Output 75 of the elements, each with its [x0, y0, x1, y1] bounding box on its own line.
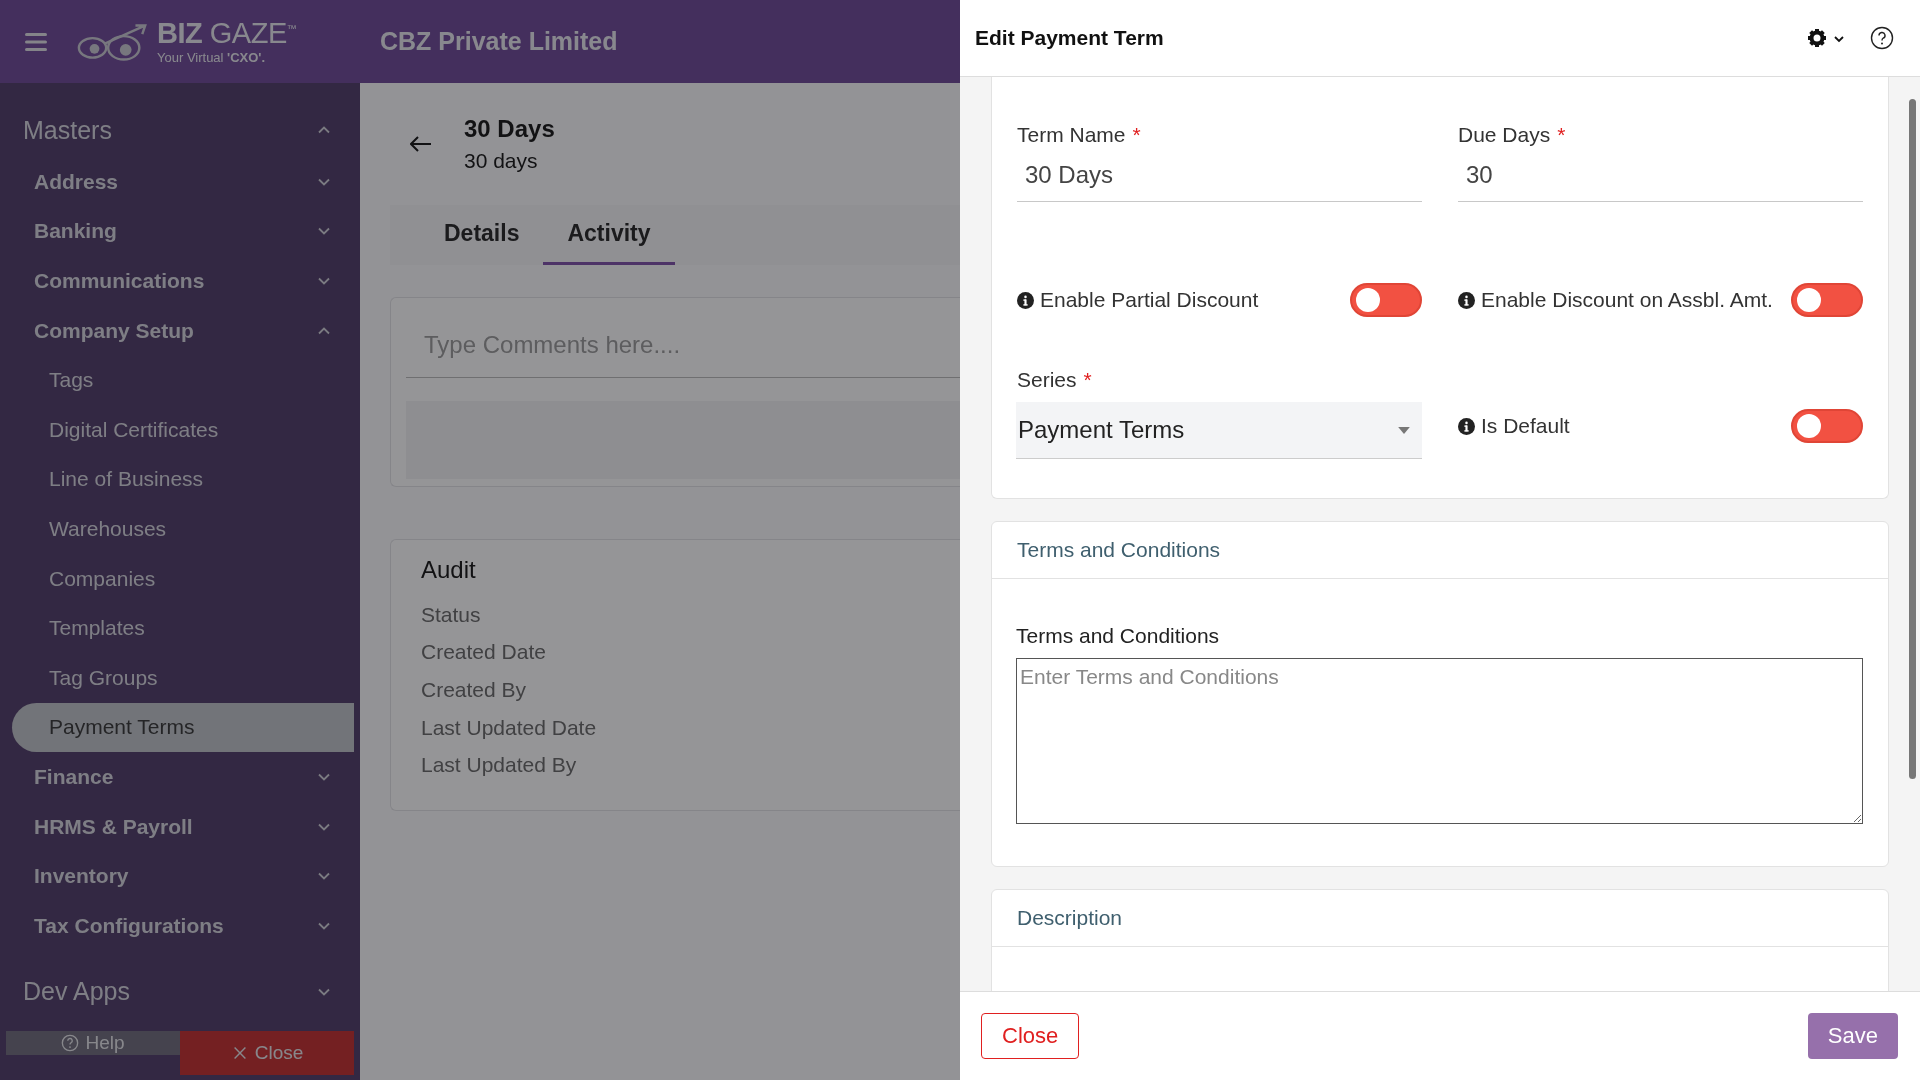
comment-box[interactable]: Type Comments here.... [390, 297, 960, 487]
sidebar-item[interactable]: Templates [0, 603, 360, 653]
audit-title: Audit [421, 556, 477, 584]
chevron-icon [318, 921, 330, 930]
brand-tagline: Your Virtual 'CXO'. [157, 51, 267, 64]
series-dropdown[interactable]: Payment Terms [1016, 402, 1422, 459]
sidebar-item[interactable]: Line of Business [0, 454, 360, 505]
chevron-icon [318, 177, 330, 186]
field-label: Due Days [1458, 123, 1551, 147]
chevron-icon [318, 227, 330, 236]
sidebar-section[interactable]: Masters [0, 105, 360, 155]
sidebar-item[interactable]: Companies [0, 553, 360, 604]
sidebar-item[interactable]: Address [0, 157, 360, 207]
field-label: Terms and Conditions [1016, 624, 1221, 648]
required-mark: * [1557, 123, 1566, 147]
audit-field-label: Last Updated Date [421, 714, 598, 741]
scrollbar[interactable] [1909, 99, 1916, 779]
brand-name: BIZ GAZE$^{™}$ [157, 19, 297, 48]
audit-field-label: Last Updated By [421, 752, 578, 779]
menu-icon[interactable] [25, 32, 47, 51]
panel-title: Edit Payment Term [975, 26, 1164, 50]
chevron-icon [318, 822, 330, 831]
sidebar-item[interactable]: Communications [0, 256, 360, 306]
sidebar-item[interactable]: Finance [0, 752, 360, 802]
sidebar-item[interactable]: Tag Groups [0, 652, 360, 703]
save-button[interactable]: Save [1807, 1013, 1898, 1059]
chevron-icon [318, 987, 330, 996]
record-subtitle: 30 days [464, 149, 539, 173]
sidebar-item[interactable]: Payment Terms [12, 702, 354, 753]
close-button[interactable]: Close [180, 1031, 354, 1075]
info-icon [1017, 291, 1034, 309]
audit-field-label: Created By [421, 677, 528, 703]
info-icon [1458, 291, 1475, 309]
chevron-icon [318, 277, 330, 285]
toggle-switch[interactable] [1350, 283, 1422, 317]
terms-text-area[interactable]: Enter Terms and Conditions [1016, 658, 1863, 824]
back-arrow-icon[interactable] [410, 136, 432, 152]
sidebar-section[interactable]: Dev Apps [0, 966, 360, 1017]
help-button[interactable]: Help [6, 1031, 180, 1055]
toggle-switch[interactable] [1791, 283, 1863, 317]
required-mark: * [1083, 368, 1092, 392]
chevron-icon [318, 772, 330, 781]
field-label: Term Name [1017, 123, 1126, 147]
text-field[interactable]: 30 [1458, 161, 1863, 202]
audit-field-label: Created Date [421, 639, 547, 666]
toggle-label: Is Default [1481, 414, 1571, 438]
toggle-label: Enable Partial Discount [1040, 288, 1260, 312]
chevron-icon [318, 126, 330, 134]
record-title: 30 Days [464, 115, 555, 143]
help-icon[interactable] [1870, 26, 1894, 50]
audit-field-label: Status [421, 601, 482, 628]
field-label: Series [1017, 368, 1077, 392]
sidebar-item[interactable]: Inventory [0, 851, 360, 901]
toggle-label: Enable Discount on Assbl. Amt. [1481, 288, 1774, 312]
text-field[interactable]: 30 Days [1017, 161, 1422, 202]
sidebar-item[interactable]: Tax Configurations [0, 900, 360, 951]
sidebar-item[interactable]: Digital Certificates [0, 404, 360, 455]
company-name: CBZ Private Limited [380, 27, 618, 56]
required-mark: * [1132, 123, 1141, 147]
sidebar-item[interactable]: HRMS & Payroll [0, 801, 360, 852]
sidebar-item[interactable]: Warehouses [0, 504, 360, 554]
sidebar-item[interactable]: Company Setup [0, 305, 360, 356]
close-button[interactable]: Close [981, 1013, 1080, 1059]
section-header: Terms and Conditions [992, 522, 1888, 579]
chevron-icon [318, 326, 330, 335]
chevron-icon [318, 872, 330, 881]
info-icon [1458, 417, 1475, 435]
section-header: Description [992, 890, 1888, 947]
help-icon [61, 1034, 80, 1052]
tab[interactable]: Activity [543, 205, 675, 265]
dropdown-caret-icon [1398, 426, 1410, 434]
tab[interactable]: Details [420, 205, 544, 265]
toggle-switch[interactable] [1791, 409, 1863, 443]
sidebar-item[interactable]: Tags [0, 355, 360, 405]
sidebar-item[interactable]: Banking [0, 206, 360, 257]
